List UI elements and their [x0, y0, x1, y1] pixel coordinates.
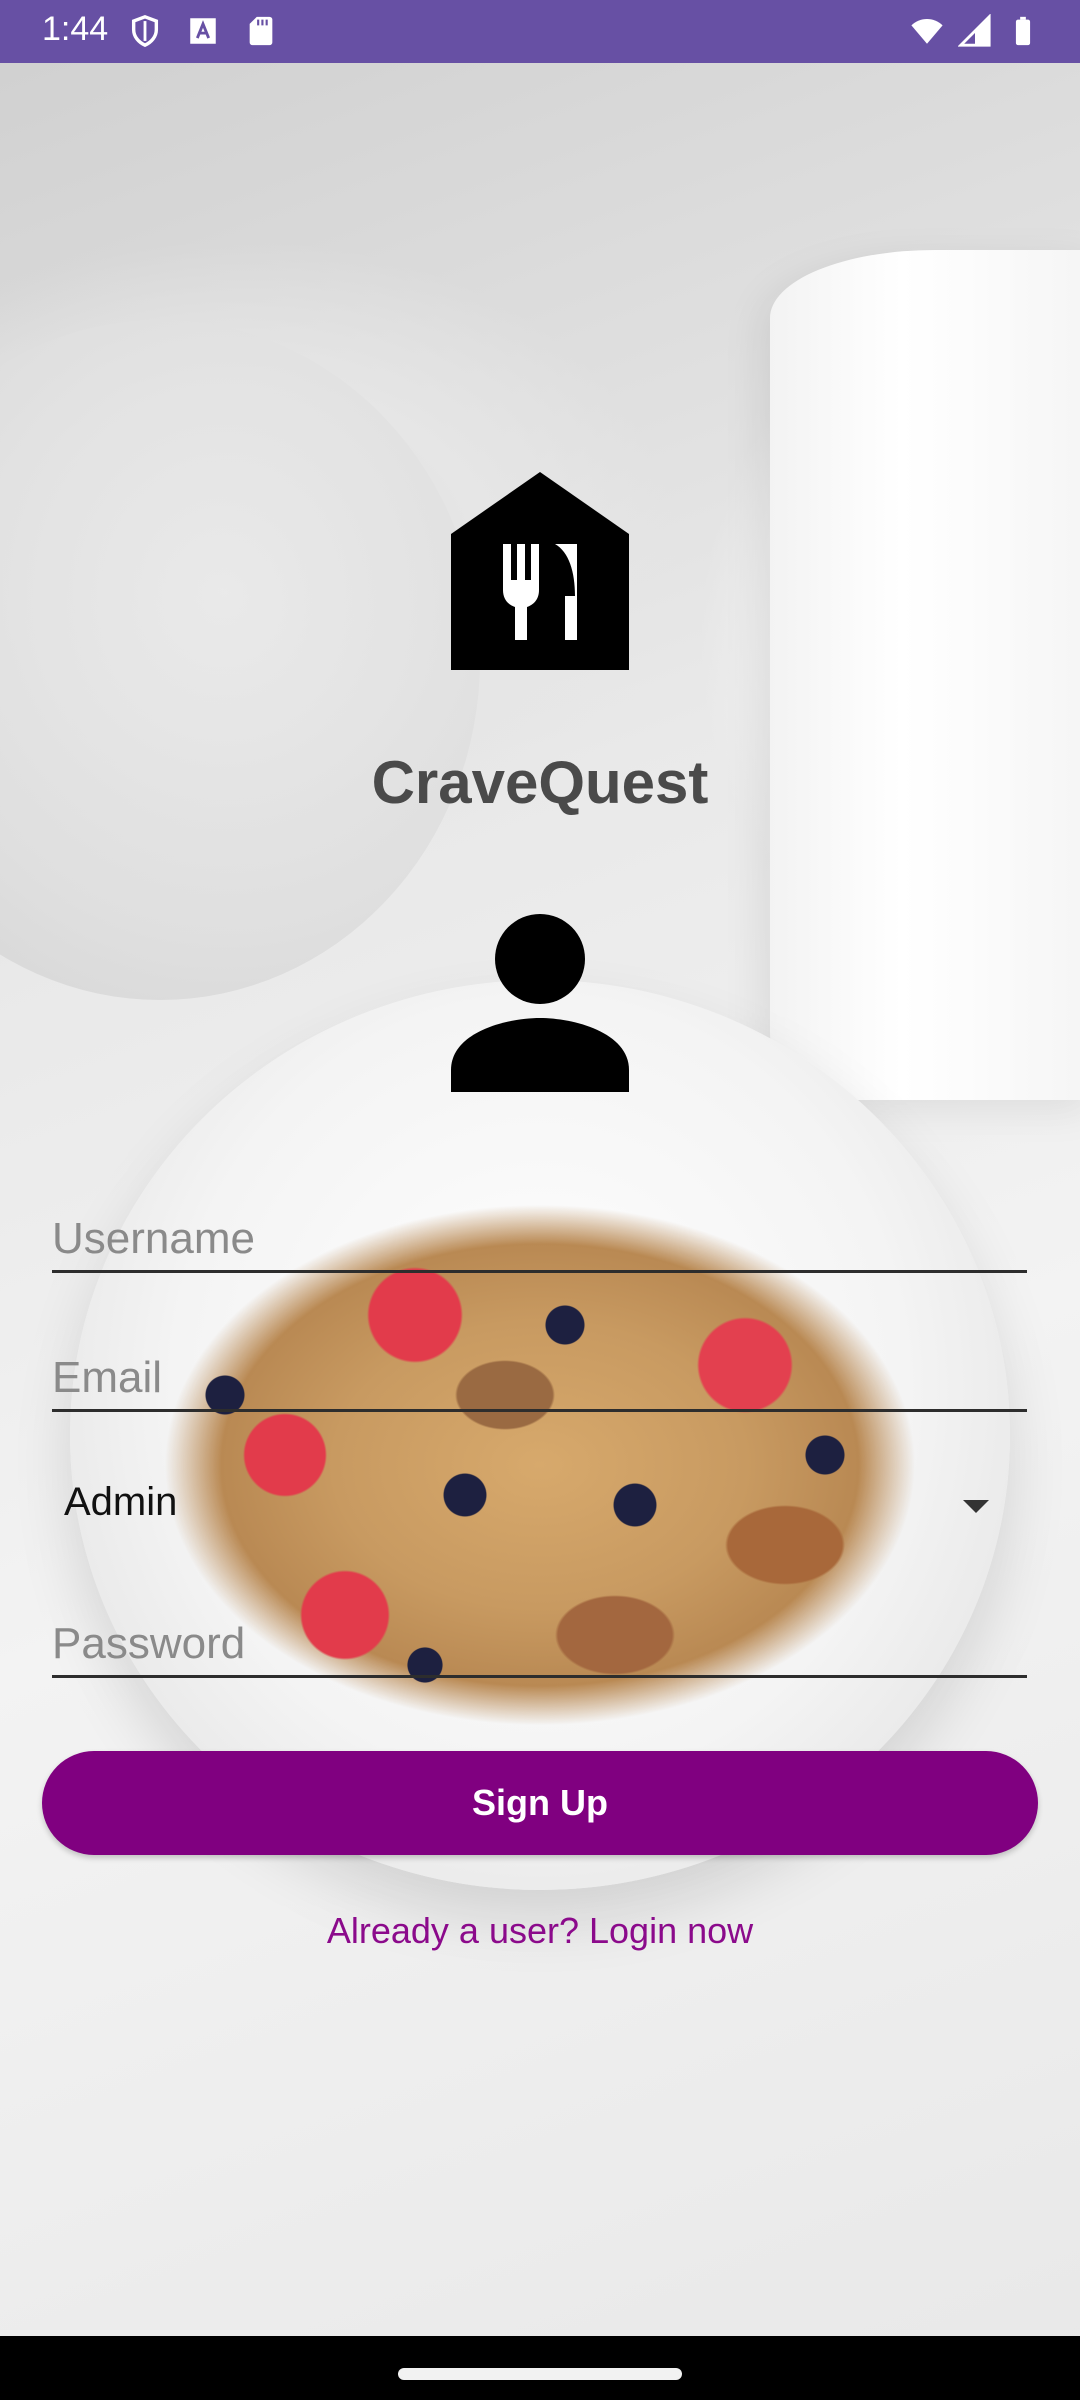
battery-icon	[1015, 16, 1031, 46]
password-input[interactable]	[52, 1613, 1027, 1678]
sd-card-icon	[249, 16, 273, 46]
home-gesture-handle[interactable]	[398, 2368, 682, 2380]
wifi-icon	[911, 18, 943, 44]
role-dropdown-value: Admin	[64, 1480, 178, 1524]
person-icon	[451, 914, 629, 1092]
login-link[interactable]: Already a user? Login now	[0, 1910, 1080, 1952]
status-icons-right	[910, 14, 1040, 48]
status-bar: 1:44	[0, 0, 1080, 63]
signal-icon	[958, 14, 991, 47]
role-dropdown[interactable]: Admin	[52, 1470, 1027, 1546]
signup-button-label: Sign Up	[472, 1782, 608, 1823]
background-cup	[770, 250, 1080, 1100]
status-time: 1:44	[42, 10, 109, 48]
signup-button[interactable]: Sign Up	[42, 1751, 1038, 1855]
shield-icon	[131, 15, 159, 48]
signup-screen: 1:44 CraveQuest Username Email Admin Sig…	[0, 0, 1080, 2400]
restaurant-house-icon	[451, 472, 629, 670]
status-icons-left	[128, 14, 278, 48]
app-title: CraveQuest	[371, 749, 709, 816]
username-input[interactable]	[52, 1208, 1027, 1273]
a-icon	[190, 18, 216, 44]
email-input[interactable]	[52, 1347, 1027, 1412]
dropdown-arrow-icon	[963, 1500, 989, 1513]
